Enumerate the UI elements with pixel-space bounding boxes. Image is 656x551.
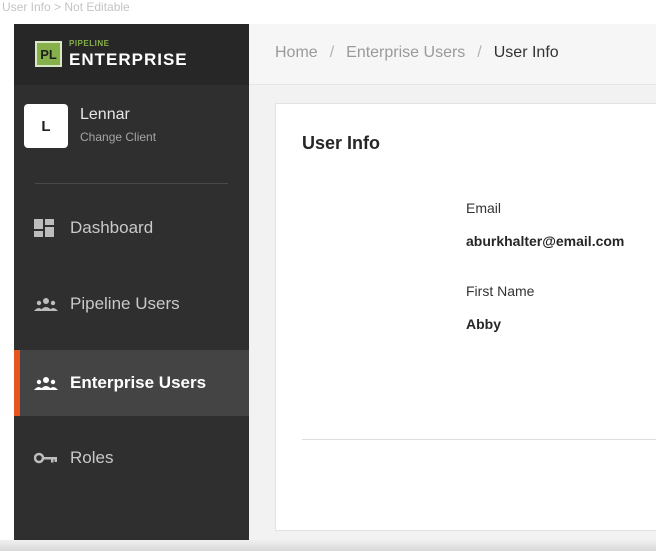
logo-small-text: PIPELINE — [69, 39, 110, 48]
first-name-label: First Name — [466, 283, 535, 299]
change-client-label: Change Client — [80, 130, 157, 144]
client-name: Lennar — [80, 106, 130, 123]
breadcrumb-separator: / — [477, 44, 482, 61]
sidebar-item-pipeline-users[interactable]: Pipeline Users — [14, 271, 249, 337]
sidebar-item-roles[interactable]: Roles — [14, 425, 249, 491]
users-group-icon — [34, 376, 62, 390]
email-value: aburkhalter@email.com — [466, 233, 625, 249]
breadcrumb-current: User Info — [493, 44, 559, 61]
dashboard-icon — [34, 219, 62, 237]
card-divider — [302, 439, 656, 440]
logo[interactable]: PL PIPELINE ENTERPRISE — [14, 24, 249, 85]
logo-big-text: ENTERPRISE — [69, 50, 188, 69]
breadcrumb-enterprise-users-link[interactable]: Enterprise Users — [346, 44, 465, 61]
sidebar-item-label: Pipeline Users — [70, 294, 180, 313]
sidebar-item-label: Roles — [70, 448, 114, 467]
sidebar-item-label: Enterprise Users — [70, 373, 207, 392]
email-label: Email — [466, 200, 502, 216]
user-info-card: User Info Email aburkhalter@email.com Fi… — [275, 103, 656, 531]
breadcrumb: Home / Enterprise Users / User Info — [275, 44, 559, 62]
users-group-icon — [34, 297, 62, 311]
sidebar: PL PIPELINE ENTERPRISE L Lennar Change C… — [14, 24, 249, 551]
change-client-button[interactable]: L Lennar Change Client — [24, 104, 239, 152]
sidebar-divider — [35, 183, 228, 184]
logo-mark: PL — [35, 41, 62, 67]
bottom-edge — [0, 540, 656, 551]
header: Home / Enterprise Users / User Info — [249, 24, 656, 85]
client-avatar: L — [24, 104, 68, 148]
sidebar-item-enterprise-users[interactable]: Enterprise Users — [14, 350, 249, 416]
key-icon — [34, 452, 62, 464]
first-name-value: Abby — [466, 316, 501, 332]
sidebar-item-label: Dashboard — [70, 218, 154, 237]
card-title: User Info — [302, 133, 381, 153]
active-indicator — [14, 350, 20, 416]
breadcrumb-home-link[interactable]: Home — [275, 44, 318, 61]
breadcrumb-separator: / — [329, 44, 335, 61]
page-caption: User Info > Not Editable — [2, 0, 130, 14]
sidebar-item-dashboard[interactable]: Dashboard — [14, 195, 249, 261]
